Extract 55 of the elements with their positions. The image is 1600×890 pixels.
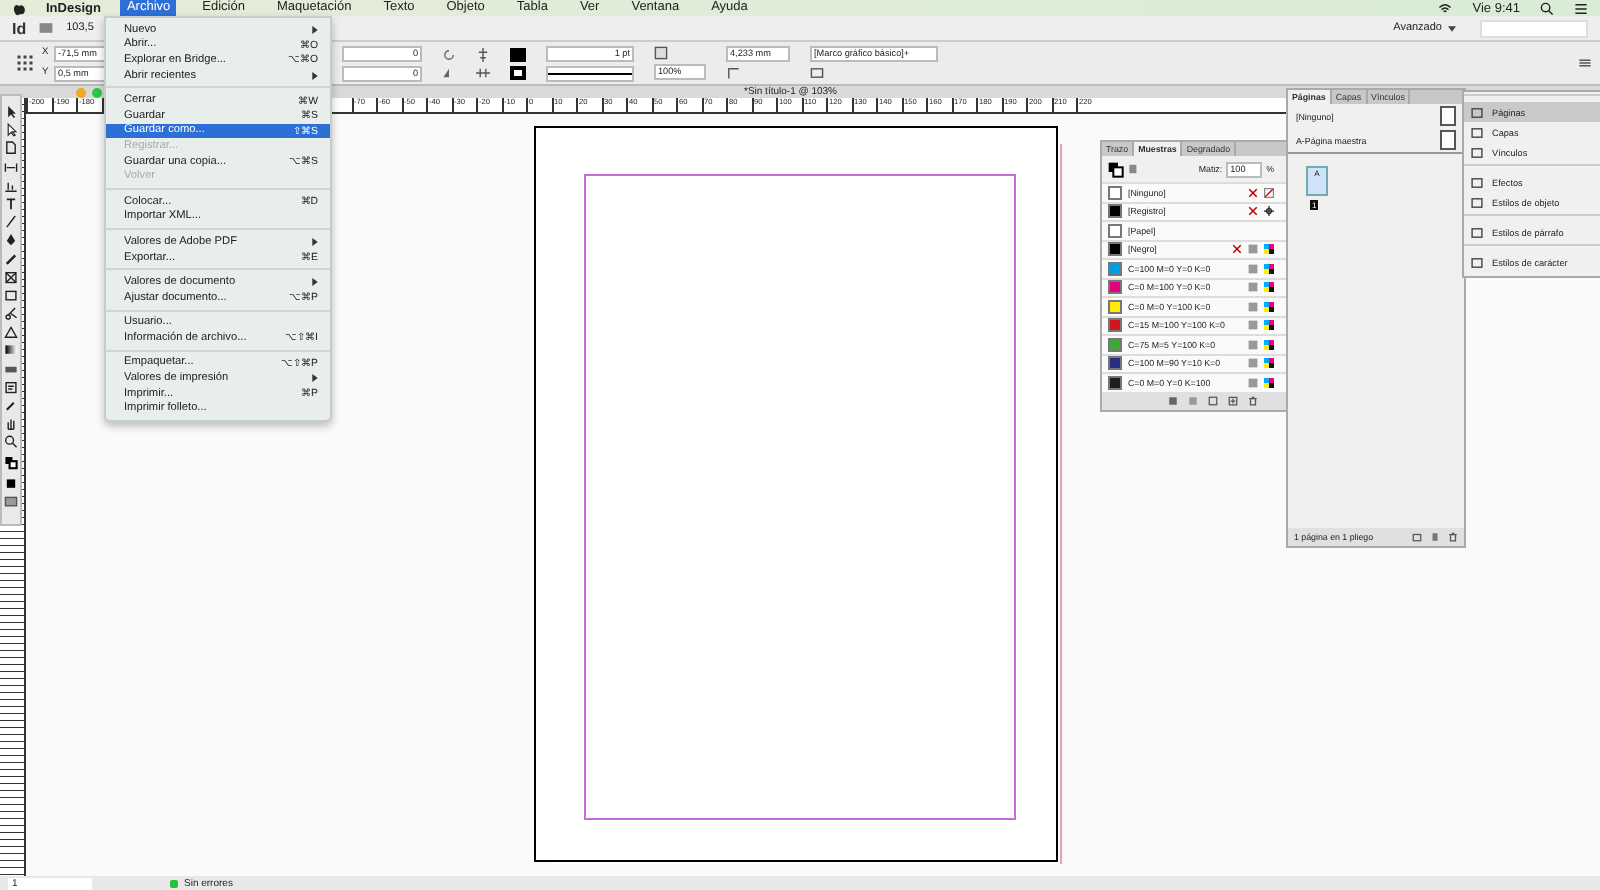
search-icon[interactable] (1540, 1, 1554, 15)
fill-swatch[interactable] (510, 47, 526, 61)
caret-icon (1448, 25, 1456, 31)
line-icon[interactable] (4, 214, 18, 230)
list-icon[interactable] (1574, 1, 1588, 15)
preflight-ok-icon (170, 879, 178, 887)
reference-point-icon[interactable] (16, 54, 34, 72)
cmyk-icon (1264, 263, 1274, 274)
cmyk-icon (1264, 339, 1274, 350)
new-swatch-icon[interactable] (1228, 395, 1238, 405)
page-icon[interactable] (4, 140, 18, 156)
pen-icon[interactable] (4, 232, 18, 248)
zoom-icon[interactable] (4, 434, 18, 450)
distribute-icon[interactable] (476, 65, 490, 79)
scissors-icon[interactable] (4, 306, 18, 322)
selection-arrow-icon[interactable] (4, 104, 18, 120)
cmyk-icon (1264, 282, 1274, 293)
note-icon[interactable] (4, 379, 18, 395)
panel-menu-icon[interactable] (1578, 56, 1592, 70)
cmyk-icon (1264, 320, 1274, 331)
rectangle-icon[interactable] (4, 287, 18, 303)
rectangle-frame-icon[interactable] (4, 269, 18, 285)
cmyk-icon (1264, 301, 1274, 312)
rotate-icon[interactable] (442, 47, 456, 61)
gap-icon[interactable] (4, 159, 18, 175)
content-collector-icon[interactable] (4, 177, 18, 193)
wifi-icon[interactable] (1438, 1, 1453, 15)
fill-stroke-icon[interactable] (1108, 161, 1124, 177)
apple-logo-icon[interactable] (12, 1, 26, 15)
panel-icon (1470, 255, 1484, 269)
color-apply-icon[interactable] (4, 476, 18, 492)
frame-icon[interactable] (654, 46, 668, 60)
cmyk-icon (1264, 377, 1274, 388)
cmyk-icon (1264, 244, 1274, 255)
registration-icon (1264, 206, 1274, 217)
page-size-icon[interactable] (1412, 532, 1422, 542)
frame-fit-icon[interactable] (810, 66, 824, 80)
group-icon[interactable] (1208, 395, 1218, 405)
align-icon[interactable] (476, 47, 490, 61)
stroke-type-dropdown[interactable] (546, 65, 634, 81)
type-tool-icon[interactable] (4, 195, 18, 212)
fill-stroke-icon[interactable] (4, 453, 18, 474)
gradient-icon[interactable] (4, 342, 18, 359)
trash-icon[interactable] (1248, 395, 1258, 405)
trash-icon[interactable] (1448, 532, 1458, 542)
transform-icon[interactable] (4, 324, 18, 340)
stroke-swatch[interactable] (510, 65, 526, 79)
panel-icon (1470, 225, 1484, 239)
corner-icon[interactable] (726, 66, 740, 80)
none-swatch-icon (1264, 187, 1274, 198)
direct-selection-arrow-icon[interactable] (4, 122, 18, 138)
cmyk-icon (1264, 358, 1274, 369)
hand-icon[interactable] (4, 416, 18, 432)
search-field[interactable] (1480, 19, 1588, 37)
app-logo: Id (12, 19, 27, 37)
